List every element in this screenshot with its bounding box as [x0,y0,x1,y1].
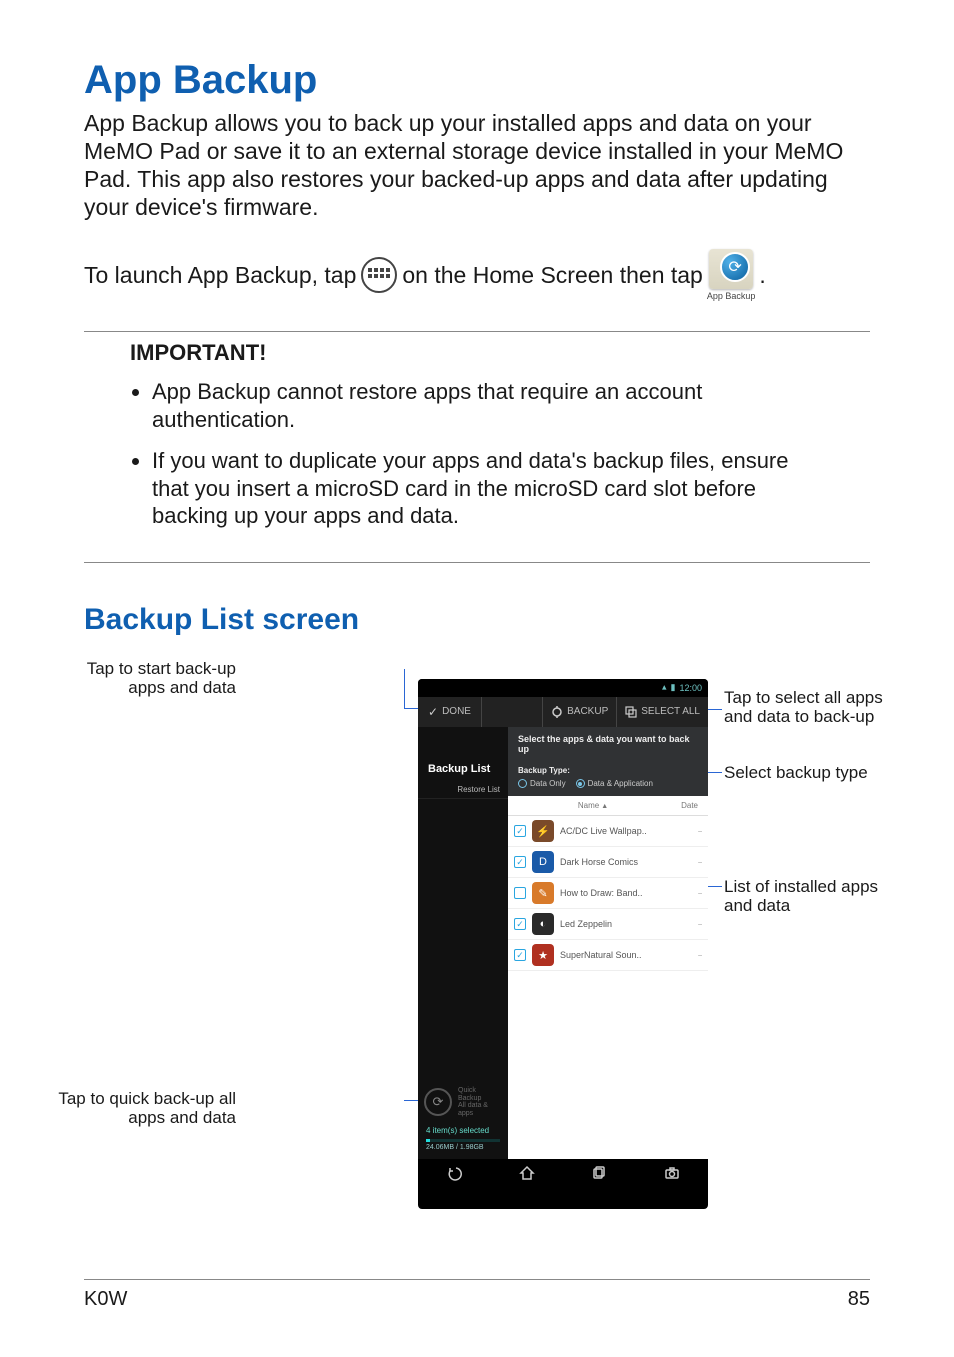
action-bar: ✓ DONE BACKUP SELECT ALL [418,697,708,727]
selection-count: 4 item(s) selected [418,1124,508,1137]
app-checkbox[interactable]: ✓ [514,918,526,930]
callout-app-list: List of installed apps and data [724,877,904,916]
callout-quick-backup: Tap to quick back-up all apps and data [46,1089,236,1128]
app-row[interactable]: ✓ ⚡ AC/DC Live Wallpap..– [508,816,708,847]
footer-page: 85 [848,1288,870,1311]
done-label: DONE [442,706,471,717]
app-row[interactable]: ✓ D Dark Horse Comics– [508,847,708,878]
screenshot-diagram: Tap to start back-up apps and data Tap t… [84,659,870,1229]
main-header: Select the apps & data you want to back … [508,727,708,763]
check-icon: ✓ [428,705,438,719]
status-time: 12:00 [679,683,702,693]
radio-data-app[interactable]: Data & Application [576,779,653,788]
nav-home-icon[interactable] [519,1165,535,1184]
important-item: App Backup cannot restore apps that requ… [152,378,824,433]
storage-size: 24.06MB / 1.98GB [418,1142,508,1159]
backup-type-section: Backup Type: Data Only Data & Applicatio… [508,762,708,796]
app-backup-icon-label: App Backup [707,291,756,301]
battery-icon: ▮ [671,682,676,693]
app-checkbox[interactable]: ✓ [514,949,526,961]
col-date: Date [668,801,698,810]
app-icon: D [532,851,554,873]
quick-backup-button[interactable]: ⟳ Quick Backup All data & apps [424,1087,502,1118]
select-all-button[interactable]: SELECT ALL [616,697,708,727]
app-name: SuperNatural Soun.. [560,950,684,960]
intro-paragraph: App Backup allows you to back up your in… [84,109,870,221]
app-name: Dark Horse Comics [560,857,684,867]
quick-line: Backup [458,1095,488,1103]
launch-pre: To launch App Backup, tap [84,262,356,289]
footer-model: K0W [84,1288,127,1311]
app-name: Led Zeppelin [560,919,684,929]
divider [84,562,870,563]
storage-progress [426,1139,500,1142]
app-icon: ◐ [532,913,554,935]
app-list: ✓⚡AC/DC Live Wallpap..–✓DDark Horse Comi… [508,816,708,1158]
launch-mid: on the Home Screen then tap [402,262,702,289]
app-size: – [690,859,702,866]
launch-instruction: To launch App Backup, tap on the Home Sc… [84,249,870,301]
app-icon: ✎ [532,882,554,904]
backup-label: BACKUP [567,706,608,717]
nav-bar [418,1159,708,1191]
important-item: If you want to duplicate your apps and d… [152,447,824,530]
radio-label: Data Only [530,779,566,788]
page-footer: K0W 85 [84,1279,870,1311]
app-name: How to Draw: Band.. [560,888,684,898]
app-checkbox[interactable]: ✓ [514,887,526,899]
important-block: IMPORTANT! App Backup cannot restore app… [84,340,870,554]
app-size: – [690,921,702,928]
app-checkbox[interactable]: ✓ [514,856,526,868]
sidebar-title: Backup List [418,751,508,781]
nav-recent-icon[interactable] [591,1165,607,1184]
app-size: – [690,890,702,897]
important-label: IMPORTANT! [130,340,824,366]
refresh-icon: ⟳ [424,1088,452,1116]
app-row[interactable]: ✓ ✎ How to Draw: Band..– [508,878,708,909]
callout-backup-type: Select backup type [724,763,924,783]
nav-camera-icon[interactable] [664,1165,680,1184]
main-panel: Select the apps & data you want to back … [508,727,708,1159]
select-all-label: SELECT ALL [641,706,700,717]
sidebar: Backup List Restore List ⟳ Quick Backup … [418,727,508,1159]
column-header[interactable]: Name▲ Date [508,796,708,816]
app-icon: ⚡ [532,820,554,842]
app-name: AC/DC Live Wallpap.. [560,826,684,836]
quick-line: Quick [458,1087,488,1095]
phone-screenshot: ▮ 12:00 ✓ DONE BACKUP SELECT ALL [418,679,708,1209]
quick-line: All data & [458,1102,488,1110]
app-size: – [690,952,702,959]
app-checkbox[interactable]: ✓ [514,825,526,837]
page-title: App Backup [84,58,870,103]
app-size: – [690,828,702,835]
section-heading: Backup List screen [84,603,870,637]
sidebar-item-restore[interactable]: Restore List [418,781,508,799]
backup-type-label: Backup Type: [518,766,698,775]
app-row[interactable]: ✓ ◐ Led Zeppelin– [508,909,708,940]
sort-arrow-icon: ▲ [601,803,608,810]
all-apps-icon [361,257,397,293]
done-button[interactable]: ✓ DONE [418,697,482,727]
quick-line: apps [458,1110,488,1118]
status-bar: ▮ 12:00 [418,679,708,697]
col-name: Name [578,801,599,810]
divider [84,331,870,332]
radio-label: Data & Application [588,779,653,788]
backup-button[interactable]: BACKUP [542,697,616,727]
launch-post: . [759,262,765,289]
radio-data-only[interactable]: Data Only [518,779,566,788]
callout-start-backup: Tap to start back-up apps and data [46,659,236,698]
nav-back-icon[interactable] [446,1165,462,1184]
callout-select-all: Tap to select all apps and data to back-… [724,688,904,727]
app-row[interactable]: ✓ ★ SuperNatural Soun..– [508,940,708,971]
app-backup-app-icon: App Backup [707,249,756,301]
wifi-icon [662,682,667,693]
app-icon: ★ [532,944,554,966]
